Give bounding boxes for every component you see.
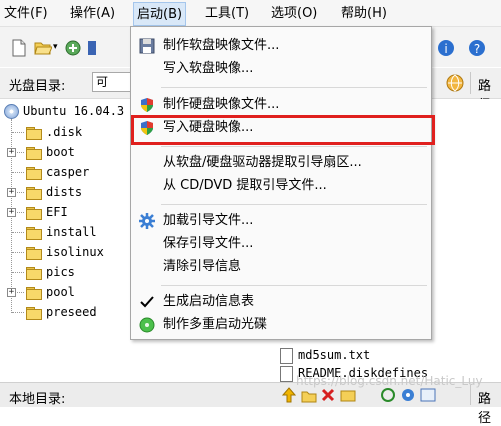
menu-item-extract-boot-file-cd[interactable]: 从 CD/DVD 提取引导文件... — [131, 175, 431, 197]
tree-item-label: isolinux — [46, 245, 104, 259]
menu-item-clear-boot-info[interactable]: 清除引导信息 — [131, 256, 431, 278]
gear-icon — [139, 213, 155, 229]
tree-root-label: Ubuntu 16.04.3 — [23, 104, 125, 118]
disc-green-icon — [139, 317, 155, 333]
info-icon[interactable]: i — [437, 39, 455, 57]
file-item[interactable]: md5sum.txt — [280, 346, 370, 364]
tree-item[interactable]: pool — [26, 283, 75, 301]
expand-icon[interactable]: + — [7, 188, 16, 197]
menu-item-label: 制作硬盘映像文件... — [163, 97, 280, 112]
expand-icon[interactable]: + — [7, 288, 16, 297]
local-path-label: 路径 — [478, 392, 492, 426]
menu-options[interactable]: 选项(O) — [271, 5, 317, 23]
folder-icon — [26, 126, 42, 140]
tree-item-label: install — [46, 225, 97, 239]
tree-item[interactable]: dists — [26, 183, 82, 201]
menu-item-label: 清除引导信息 — [163, 259, 242, 274]
folder-icon — [26, 186, 42, 200]
tree-item-label: boot — [46, 145, 75, 159]
extract-icon[interactable] — [64, 39, 82, 57]
folder-icon — [26, 226, 42, 240]
menu-item-label: 写入软盘映像... — [163, 61, 254, 76]
tree-item-label: preseed — [46, 305, 97, 319]
tree-item-label: pics — [46, 265, 75, 279]
globe-icon[interactable] — [446, 74, 464, 92]
menu-item-write-floppy-image[interactable]: 写入软盘映像... — [131, 58, 431, 80]
folder-icon — [26, 306, 42, 320]
menu-item-load-boot-file[interactable]: 加载引导文件... — [131, 210, 431, 232]
svg-text:?: ? — [474, 42, 480, 56]
svg-text:i: i — [444, 42, 447, 56]
watermark: https://blog.csdn.net/Hatic_Luy — [296, 374, 483, 388]
menu-file[interactable]: 文件(F) — [4, 5, 48, 23]
menu-item-extract-boot-sector[interactable]: 从软盘/硬盘驱动器提取引导扇区... — [131, 152, 431, 174]
dropdown-arrow-icon[interactable]: ▾ — [53, 42, 58, 52]
tree-item-label: EFI — [46, 205, 68, 219]
folder-icon — [26, 146, 42, 160]
folder-icon[interactable] — [340, 387, 356, 403]
gear-icon[interactable] — [400, 387, 416, 403]
menu-item-label: 保存引导文件... — [163, 236, 254, 251]
tree-item[interactable]: casper — [26, 163, 89, 181]
delete-icon[interactable] — [321, 387, 335, 403]
menu-tools[interactable]: 工具(T) — [205, 5, 249, 23]
floppy-icon — [139, 38, 155, 54]
folder-icon — [26, 246, 42, 260]
menu-item-label: 写入硬盘映像... — [163, 120, 254, 135]
menu-item-write-hdd-image[interactable]: 写入硬盘映像... — [131, 117, 431, 139]
menu-item-label: 从 CD/DVD 提取引导文件... — [163, 178, 327, 193]
tree-item-label: pool — [46, 285, 75, 299]
text-file-icon — [280, 347, 293, 364]
folder-icon — [26, 286, 42, 300]
menu-item-label: 制作多重启动光碟 — [163, 317, 268, 332]
refresh-icon[interactable] — [380, 387, 396, 403]
expand-icon[interactable]: + — [7, 148, 16, 157]
menu-item-generate-boot-info-table[interactable]: 生成启动信息表 — [131, 291, 431, 313]
menu-item-make-floppy-image[interactable]: 制作软盘映像文件... — [131, 35, 431, 57]
cd-directory-input[interactable]: 可 — [92, 72, 134, 92]
view-icon[interactable] — [420, 387, 436, 403]
cd-directory-label: 光盘目录: — [9, 79, 66, 94]
tree-item[interactable]: .disk — [26, 123, 82, 141]
shield-icon — [141, 121, 153, 135]
tree-item[interactable]: isolinux — [26, 243, 104, 261]
new-file-icon[interactable] — [10, 39, 28, 57]
folder-icon — [26, 166, 42, 180]
file-name: md5sum.txt — [298, 348, 371, 362]
shield-icon — [141, 98, 153, 112]
tree-item-label: dists — [46, 185, 83, 199]
menu-item-label: 从软盘/硬盘驱动器提取引导扇区... — [163, 155, 362, 170]
folder-icon — [26, 206, 42, 220]
tree-root[interactable]: Ubuntu 16.04.3 — [4, 102, 124, 120]
tree-item[interactable]: pics — [26, 263, 75, 281]
folder-icon — [26, 266, 42, 280]
save-icon[interactable] — [88, 39, 96, 57]
tree-item[interactable]: boot — [26, 143, 75, 161]
menu-help[interactable]: 帮助(H) — [341, 5, 387, 23]
menu-boot[interactable]: 启动(B) — [133, 2, 187, 26]
tree-item-label: casper — [46, 165, 90, 179]
help-icon[interactable]: ? — [468, 39, 486, 57]
menu-item-label: 制作软盘映像文件... — [163, 38, 280, 53]
local-directory-label: 本地目录: — [9, 392, 66, 407]
cd-icon — [4, 104, 19, 119]
text-file-icon — [280, 365, 293, 382]
boot-menu-dropdown: 制作软盘映像文件... 写入软盘映像... 制作硬盘映像文件... 写入硬盘映像… — [130, 26, 432, 340]
menu-item-label: 加载引导文件... — [163, 213, 254, 228]
tree-item[interactable]: install — [26, 223, 97, 241]
tree-item[interactable]: preseed — [26, 303, 97, 321]
new-folder-icon[interactable] — [301, 387, 317, 403]
menu-item-save-boot-file[interactable]: 保存引导文件... — [131, 233, 431, 255]
expand-icon[interactable]: + — [7, 208, 16, 217]
open-folder-icon[interactable] — [34, 39, 52, 57]
menu-bar: 文件(F) 操作(A) 启动(B) 工具(T) 选项(O) 帮助(H) — [0, 0, 501, 27]
menu-item-make-hdd-image[interactable]: 制作硬盘映像文件... — [131, 94, 431, 116]
up-arrow-icon[interactable] — [282, 387, 296, 403]
menu-item-label: 生成启动信息表 — [163, 294, 255, 309]
menu-item-make-multiboot-disc[interactable]: 制作多重启动光碟 — [131, 314, 431, 336]
check-icon — [140, 296, 154, 308]
menu-action[interactable]: 操作(A) — [70, 5, 115, 23]
tree-item-label: .disk — [46, 125, 83, 139]
tree-item[interactable]: EFI — [26, 203, 68, 221]
